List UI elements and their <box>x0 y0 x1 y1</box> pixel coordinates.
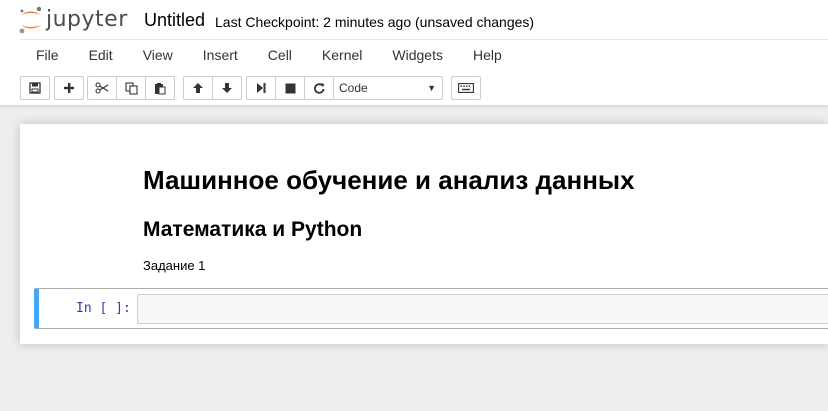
checkpoint-status: Last Checkpoint: 2 minutes ago (unsaved … <box>215 14 535 30</box>
menu-insert[interactable]: Insert <box>188 40 253 70</box>
code-input[interactable] <box>137 294 828 324</box>
toolbar-group-run <box>246 76 334 100</box>
cell-type-select[interactable]: Code ▼ <box>333 76 443 100</box>
menu-kernel[interactable]: Kernel <box>307 40 377 70</box>
stop-icon <box>285 83 296 94</box>
menu-edit[interactable]: Edit <box>74 40 128 70</box>
restart-icon <box>313 82 326 95</box>
toolbar-group-commands <box>451 76 481 100</box>
save-icon <box>29 82 41 94</box>
menu-cell[interactable]: Cell <box>253 40 307 70</box>
arrow-down-icon <box>221 82 233 94</box>
save-button[interactable] <box>20 76 50 100</box>
logo-text: jupyter <box>46 7 128 32</box>
toolbar-group-edit <box>87 76 175 100</box>
paste-icon <box>154 82 166 95</box>
menu-file[interactable]: File <box>20 40 74 70</box>
command-palette-button[interactable] <box>451 76 481 100</box>
chevron-down-icon: ▼ <box>427 83 436 93</box>
copy-button[interactable] <box>116 76 146 100</box>
header-top: jupyter Untitled Last Checkpoint: 2 minu… <box>0 0 828 38</box>
move-down-button[interactable] <box>212 76 242 100</box>
notebook-container: Машинное обучение и анализ данных Матема… <box>20 124 828 344</box>
interrupt-button[interactable] <box>275 76 305 100</box>
restart-button[interactable] <box>304 76 334 100</box>
insert-cell-button[interactable] <box>54 76 84 100</box>
keyboard-icon <box>458 83 474 93</box>
code-cell[interactable]: In [ ]: <box>34 288 828 329</box>
menu-view[interactable]: View <box>128 40 188 70</box>
toolbar-group-move <box>183 76 242 100</box>
input-prompt: In [ ]: <box>76 301 131 316</box>
run-button[interactable] <box>246 76 276 100</box>
toolbar-group-insert <box>54 76 84 100</box>
markdown-heading-1: Машинное обучение и анализ данных <box>143 165 635 195</box>
paste-button[interactable] <box>145 76 175 100</box>
arrow-up-icon <box>192 82 204 94</box>
plus-icon <box>63 82 75 94</box>
cut-button[interactable] <box>87 76 117 100</box>
menu-widgets[interactable]: Widgets <box>377 40 458 70</box>
menubar: File Edit View Insert Cell Kernel Widget… <box>20 39 828 70</box>
header: jupyter Untitled Last Checkpoint: 2 minu… <box>0 0 828 105</box>
menu-help[interactable]: Help <box>458 40 517 70</box>
cell-type-value: Code <box>339 81 368 95</box>
markdown-heading-2: Математика и Python <box>143 218 363 241</box>
toolbar-group-save <box>20 76 50 100</box>
notebook-name[interactable]: Untitled <box>144 9 205 31</box>
jupyter-logo-icon <box>18 6 44 34</box>
move-up-button[interactable] <box>183 76 213 100</box>
markdown-paragraph: Задание 1 <box>143 258 206 273</box>
cut-icon <box>95 82 109 94</box>
run-icon <box>255 82 267 94</box>
copy-icon <box>124 81 138 95</box>
jupyter-logo[interactable]: jupyter <box>18 5 130 35</box>
